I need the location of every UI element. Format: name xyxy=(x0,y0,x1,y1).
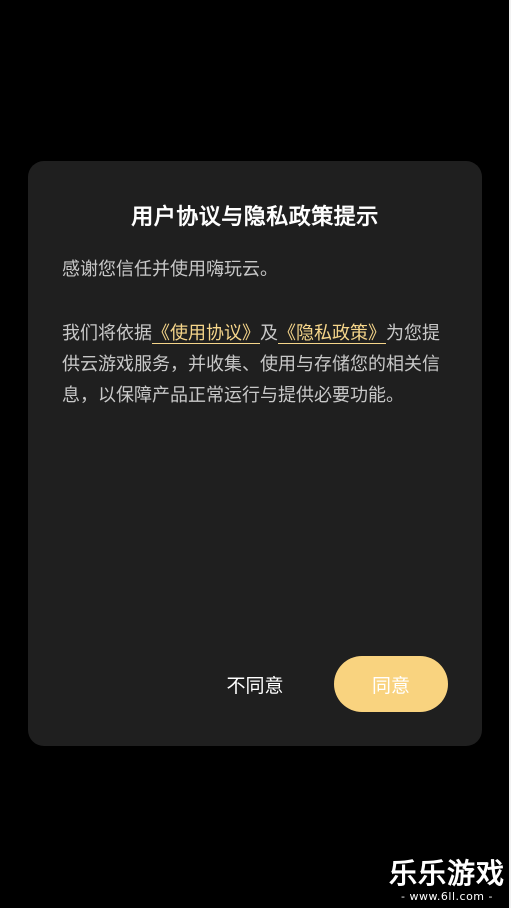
dialog-body: 感谢您信任并使用嗨玩云。 我们将依据《使用协议》及《隐私政策》为您提供云游戏服务… xyxy=(62,254,446,411)
site-watermark: 乐乐游戏 - www.6ll.com - xyxy=(387,858,507,904)
policy-conjunction: 及 xyxy=(260,323,278,344)
agree-button[interactable]: 同意 xyxy=(334,656,448,712)
watermark-brand: 乐乐游戏 xyxy=(388,857,505,890)
screen: 用户协议与隐私政策提示 感谢您信任并使用嗨玩云。 我们将依据《使用协议》及《隐私… xyxy=(0,0,511,908)
policy-text: 我们将依据《使用协议》及《隐私政策》为您提供云游戏服务，并收集、使用与存储您的相… xyxy=(62,318,446,411)
dialog-title: 用户协议与隐私政策提示 xyxy=(131,205,379,230)
watermark-url: - www.6ll.com - xyxy=(400,890,493,903)
policy-prefix: 我们将依据 xyxy=(62,323,152,344)
privacy-policy-link[interactable]: 《隐私政策》 xyxy=(278,323,386,344)
consent-dialog: 用户协议与隐私政策提示 感谢您信任并使用嗨玩云。 我们将依据《使用协议》及《隐私… xyxy=(28,161,482,746)
disagree-button[interactable]: 不同意 xyxy=(210,656,300,712)
terms-of-use-link[interactable]: 《使用协议》 xyxy=(152,323,260,344)
greeting-text: 感谢您信任并使用嗨玩云。 xyxy=(62,259,278,280)
dialog-actions: 不同意 同意 xyxy=(28,656,482,712)
